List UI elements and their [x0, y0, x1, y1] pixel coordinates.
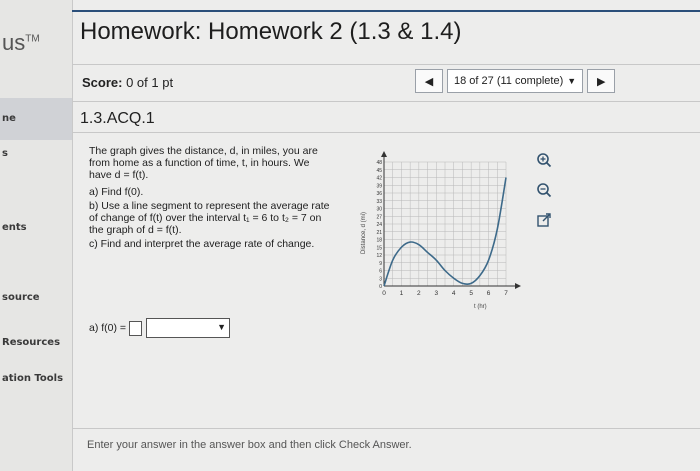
chart-x-tick-label: 5 [469, 290, 473, 297]
chart-x-tick-label: 3 [434, 290, 438, 297]
chart-y-tick-label: 48 [376, 160, 382, 166]
chart-y-tick-label: 21 [376, 230, 382, 236]
chart-y-tick-label: 18 [376, 238, 382, 244]
zoom-in-button[interactable] [534, 150, 554, 170]
main-panel: Homework: Homework 2 (1.3 & 1.4) Score: … [72, 12, 700, 471]
question-navigator: ◀ 18 of 27 (11 complete) ▼ ▶ [415, 69, 616, 93]
instructions: Enter your answer in the answer box and … [87, 439, 412, 451]
question-intro: The graph gives the distance, d, in mile… [89, 145, 318, 181]
chart-y-tick-label: 33 [376, 199, 382, 205]
answer-row: a) f(0) = ▼ [89, 318, 231, 338]
question-part-a: a) Find f(0). [89, 186, 144, 199]
divider [72, 428, 700, 429]
chart-x-tick-label: 0 [382, 290, 386, 297]
pop-out-button[interactable] [534, 210, 554, 230]
distance-time-graph: 036912151821242730333639424548 01234567 … [361, 151, 521, 310]
chart-x-tick-label: 4 [452, 290, 456, 297]
sidebar-item-home[interactable]: ne [2, 113, 16, 124]
question-id: 1.3.ACQ.1 [80, 110, 155, 127]
zoom-out-button[interactable] [534, 180, 554, 200]
score-bar: Score: 0 of 1 pt ◀ 18 of 27 (11 complete… [72, 64, 700, 102]
next-question-button[interactable]: ▶ [587, 69, 616, 93]
chart-y-tick-label: 36 [376, 191, 382, 197]
top-accent-bar [72, 0, 700, 12]
divider [72, 132, 700, 133]
chart-y-ticks: 036912151821242730333639424548 [376, 160, 382, 290]
chart-y-axis-arrow [381, 151, 387, 157]
sidebar-item-contents[interactable]: ents [2, 222, 27, 233]
question-select[interactable]: 18 of 27 (11 complete) ▼ [447, 69, 584, 93]
chart-y-tick-label: 15 [376, 245, 382, 251]
brand-logo: usTM [2, 30, 40, 55]
question-text: The graph gives the distance, d, in mile… [89, 145, 334, 256]
chart-y-tick-label: 24 [376, 222, 382, 228]
pop-out-icon [537, 213, 551, 227]
question-part-c: c) Find and interpret the average rate o… [89, 237, 315, 250]
sidebar-item-source[interactable]: source [2, 292, 40, 303]
question-part-b: b) Use a line segment to represent the a… [89, 200, 330, 236]
sidebar-item-tools[interactable]: ation Tools [2, 373, 63, 384]
zoom-out-icon [537, 183, 552, 198]
page-title: Homework: Homework 2 (1.3 & 1.4) [80, 18, 462, 45]
chart-y-tick-label: 12 [376, 253, 382, 259]
chart-y-tick-label: 9 [379, 261, 382, 267]
chart-y-tick-label: 30 [376, 207, 382, 213]
dropdown-caret-icon: ▼ [567, 76, 577, 86]
chart-x-axis-arrow [515, 283, 521, 289]
chart-grid [383, 161, 507, 287]
answer-input[interactable] [129, 320, 143, 336]
chart-y-tick-label: 3 [379, 276, 382, 282]
chart-y-tick-label: 27 [376, 214, 382, 220]
sidebar-item-resources[interactable]: Resources [2, 337, 60, 348]
dropdown-caret-icon: ▼ [217, 322, 227, 332]
next-arrow-icon: ▶ [596, 75, 606, 88]
chart-x-ticks: 0 1 2 3 4 5 6 7 [382, 290, 508, 297]
chart-x-tick-label: 2 [417, 290, 421, 297]
chart-axes [381, 151, 521, 289]
chart-y-tick-label: 45 [376, 168, 382, 174]
prev-arrow-icon: ◀ [424, 75, 434, 88]
chart-x-label: t (hr) [474, 304, 487, 310]
chart-x-tick-label: 7 [504, 290, 508, 297]
sidebar: usTM ne s ents source Resources ation To… [0, 0, 73, 471]
sidebar-item-assignments[interactable]: s [2, 148, 8, 159]
chart-y-tick-label: 39 [376, 183, 382, 189]
chart-y-tick-label: 6 [379, 269, 382, 275]
unit-select[interactable]: ▼ [146, 318, 231, 338]
chart-x-tick-label: 6 [487, 290, 491, 297]
answer-label: a) f(0) = [89, 322, 127, 334]
chart-y-tick-label: 42 [376, 176, 382, 182]
chart-y-label: Distance, d (mi) [361, 212, 367, 254]
score: Score: 0 of 1 pt [82, 75, 174, 90]
prev-question-button[interactable]: ◀ [415, 69, 443, 93]
chart-x-tick-label: 1 [400, 290, 404, 297]
zoom-in-icon [537, 153, 552, 168]
